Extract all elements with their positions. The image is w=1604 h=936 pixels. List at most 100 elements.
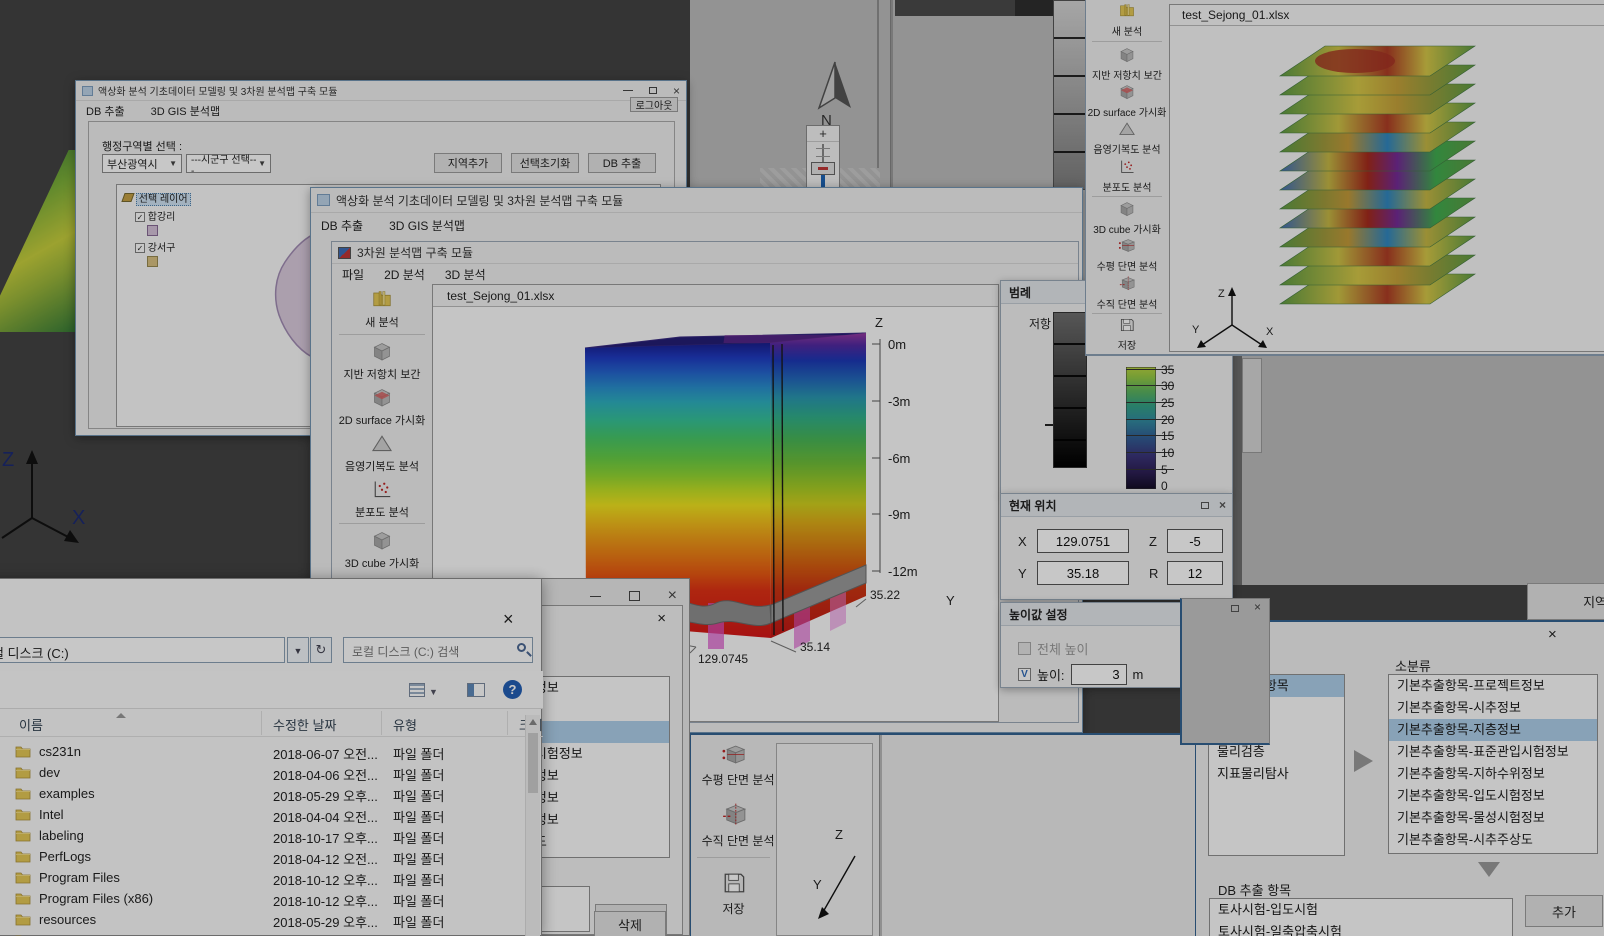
db-extract-button[interactable]: DB 추출 <box>588 153 656 173</box>
menu-3d-gis[interactable]: 3D GIS 분석맵 <box>151 103 220 116</box>
tree-item-hapgangri[interactable]: ✓ 합강리 <box>135 208 191 223</box>
menu-3d-gis[interactable]: 3D GIS 분석맵 <box>389 217 465 233</box>
file-row[interactable]: resources2018-05-29 오후...파일 폴더 <box>0 909 525 930</box>
reset-selection-button[interactable]: 선택초기화 <box>511 153 579 173</box>
preview-pane-icon[interactable] <box>467 683 485 697</box>
list-item[interactable]: 지표물리탐사 <box>1209 763 1344 785</box>
slider-handle[interactable] <box>811 162 835 175</box>
scroll-up-icon[interactable] <box>529 719 537 725</box>
list-item[interactable]: 토사시험-일축압축시험 <box>1210 921 1512 936</box>
h-section-button[interactable]: 수평 단면 분석 <box>691 735 776 793</box>
file-row[interactable]: Program Files (x86)2018-10-12 오후...파일 폴더 <box>0 888 525 909</box>
address-bar[interactable]: 로컬 디스크 (C:) <box>0 637 285 663</box>
map-zoom-slider[interactable]: + <box>806 125 840 192</box>
address-dropdown-icon[interactable]: ▼ <box>287 637 309 663</box>
menu-file[interactable]: 파일 <box>342 266 364 282</box>
z-field[interactable]: -5 <box>1167 529 1223 553</box>
distribution-button[interactable]: 분포도 분석 <box>1086 156 1168 193</box>
scrollbar[interactable] <box>525 715 540 936</box>
close-button[interactable]: × <box>673 85 680 97</box>
tree-item-gangseogu[interactable]: ✓ 강서구 <box>135 239 191 254</box>
zoom-in-button[interactable]: + <box>807 126 839 142</box>
list-item[interactable]: 기본추출항목-시추정보 <box>1389 697 1597 719</box>
file-row[interactable]: dev2018-04-06 오전...파일 폴더 <box>0 762 525 783</box>
list-item[interactable]: 토사시험-입도시험 <box>1210 899 1512 921</box>
column-name[interactable]: 이름 <box>19 715 43 734</box>
view-tab[interactable]: test_Sejong_01.xlsx <box>1170 5 1604 26</box>
district-combo[interactable]: ---시군구 선택---▼ <box>186 154 271 173</box>
list-item[interactable]: 기본추출항목-시추주상도 <box>1389 829 1597 851</box>
add-button[interactable]: 추가 <box>1525 895 1603 927</box>
pin-icon[interactable] <box>1231 605 1239 612</box>
titlebar[interactable]: 액상화 분석 기초데이터 모델링 및 3차원 분석맵 구축 모듈 × <box>76 81 686 101</box>
column-type[interactable]: 유형 <box>393 715 417 734</box>
distribution-button[interactable]: 분포도 분석 <box>332 475 432 521</box>
interpolation-button[interactable]: 지반 저항치 보간 <box>332 337 432 383</box>
surface-2d-button[interactable]: 2D surface 가시화 <box>332 383 432 429</box>
file-row[interactable]: examples2018-05-29 오후...파일 폴더 <box>0 783 525 804</box>
tree-root[interactable]: 선택 레이어 <box>123 190 191 205</box>
cube-3d-button[interactable]: 3D cube 가시화 <box>1086 199 1168 236</box>
checkbox-checked[interactable]: ✓ <box>135 243 145 253</box>
height-checkbox[interactable]: V <box>1018 668 1031 681</box>
city-combo[interactable]: 부산광역시▼ <box>102 154 182 173</box>
maximize-button[interactable] <box>649 87 657 94</box>
file-row[interactable]: Program Files2018-10-12 오후...파일 폴더 <box>0 867 525 888</box>
add-region-button[interactable]: 지역추가 <box>434 153 502 173</box>
minimize-button[interactable] <box>623 90 633 91</box>
menu-3d-analysis[interactable]: 3D 분석 <box>445 266 486 282</box>
maximize-button[interactable] <box>629 591 640 601</box>
scrollbar[interactable] <box>1242 358 1262 453</box>
close-icon[interactable]: × <box>1219 498 1226 512</box>
total-height-checkbox[interactable] <box>1018 642 1031 655</box>
search-icon[interactable] <box>517 643 526 652</box>
checkbox-checked[interactable]: ✓ <box>135 212 145 222</box>
search-box[interactable]: 로컬 디스크 (C:) 검색 <box>343 637 533 663</box>
new-analysis-button[interactable]: 새 분석 <box>1086 0 1168 39</box>
transfer-down-icon[interactable] <box>1478 862 1500 877</box>
v-section-button[interactable]: 수직 단면 분석 <box>1086 274 1168 311</box>
hillshade-button[interactable]: 음영기복도 분석 <box>1086 119 1168 156</box>
pin-icon[interactable] <box>1201 502 1209 509</box>
help-icon[interactable]: ? <box>503 680 522 699</box>
titlebar[interactable]: 액상화 분석 기초데이터 모델링 및 3차원 분석맵 구축 모듈 <box>311 188 1082 213</box>
refresh-icon[interactable]: ↻ <box>310 637 332 663</box>
minimize-button[interactable] <box>590 596 601 597</box>
list-item[interactable]: 기본추출항목-표준관입시험정보 <box>1389 741 1597 763</box>
menu-db-extract[interactable]: DB 추출 <box>321 217 363 233</box>
v-section-button[interactable]: 수직 단면 분석 <box>691 793 776 855</box>
list-item[interactable]: 기본추출항목-물성시험정보 <box>1389 807 1597 829</box>
file-row[interactable]: PerfLogs2018-04-12 오전...파일 폴더 <box>0 846 525 867</box>
hillshade-button[interactable]: 음영기복도 분석 <box>332 429 432 475</box>
new-analysis-button[interactable]: 새 분석 <box>332 284 432 332</box>
menu-db-extract[interactable]: DB 추출 <box>86 103 125 116</box>
list-item[interactable]: 기본추출항목-지하수위정보 <box>1389 763 1597 785</box>
save-button[interactable]: 저장 <box>691 860 776 926</box>
close-button[interactable]: × <box>1548 626 1557 643</box>
delete-button[interactable]: 삭제 <box>594 911 666 936</box>
file-row[interactable]: cs231n2018-06-07 오전...파일 폴더 <box>0 741 525 762</box>
logout-button[interactable]: 로그아웃 <box>630 97 678 112</box>
column-date[interactable]: 수정한 날짜 <box>273 715 336 734</box>
close-button[interactable]: × <box>657 610 666 627</box>
region-add-button-background[interactable]: 지역추가 <box>1527 583 1604 620</box>
list-item[interactable]: 기본추출항목-지층정보 <box>1389 719 1597 741</box>
layer-stack-view[interactable] <box>1250 31 1550 351</box>
cube-3d-button[interactable]: 3D cube 가시화 <box>332 526 432 572</box>
child-titlebar[interactable]: 3차원 분석맵 구축 모듈 <box>332 242 1078 264</box>
list-view-icon[interactable] <box>409 683 425 697</box>
menu-2d-analysis[interactable]: 2D 분석 <box>384 266 425 282</box>
h-section-button[interactable]: 수평 단면 분석 <box>1086 236 1168 273</box>
close-icon[interactable]: × <box>1254 600 1261 614</box>
list-item[interactable]: 기본추출항목-프로젝트정보 <box>1389 675 1597 697</box>
view-tab[interactable]: test_Sejong_01.xlsx <box>433 285 998 307</box>
subcategory-list[interactable]: 기본추출항목-프로젝트정보 기본추출항목-시추정보 기본추출항목-지층정보 기본… <box>1388 674 1598 854</box>
save-button[interactable]: 저장 <box>1086 316 1168 352</box>
r-field[interactable]: 12 <box>1167 561 1223 585</box>
transfer-right-icon[interactable] <box>1354 750 1373 772</box>
surface-2d-button[interactable]: 2D surface 가시화 <box>1086 82 1168 119</box>
interpolation-button[interactable]: 지반 저항치 보간 <box>1086 44 1168 81</box>
list-item[interactable]: 기본추출항목-입도시험정보 <box>1389 785 1597 807</box>
close-button[interactable]: × <box>503 609 514 630</box>
close-button[interactable]: × <box>668 587 677 605</box>
